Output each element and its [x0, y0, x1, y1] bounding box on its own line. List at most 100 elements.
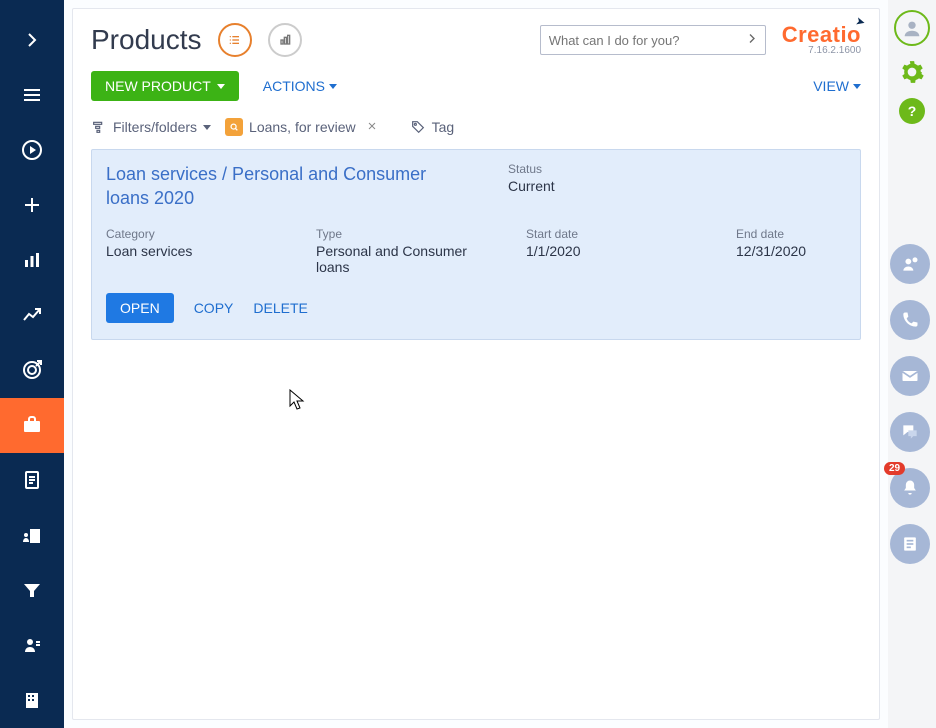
- settings-button[interactable]: [896, 56, 928, 88]
- user-icon: [20, 633, 44, 657]
- caret-down-icon: [329, 84, 337, 89]
- delete-label: DELETE: [253, 300, 307, 316]
- type-label: Type: [316, 227, 506, 241]
- menu-icon: [20, 83, 44, 107]
- nav-charts[interactable]: [0, 232, 64, 287]
- nav-dept[interactable]: [0, 673, 64, 728]
- fields-grid: Category Loan services Type Personal and…: [106, 227, 846, 275]
- bar-chart-icon: [20, 248, 44, 272]
- feed-icon: [900, 534, 920, 554]
- global-search: [540, 25, 766, 55]
- play-circle-icon: [20, 138, 44, 162]
- list-icon: [227, 32, 243, 48]
- page-title: Products: [91, 24, 202, 56]
- briefcase-icon: [20, 413, 44, 437]
- brand-logo: Creatio ➤: [782, 24, 861, 46]
- mail-fab[interactable]: [890, 356, 930, 396]
- new-product-button[interactable]: NEW PRODUCT: [91, 71, 239, 101]
- caret-down-icon: [203, 125, 211, 130]
- phone-icon: [900, 310, 920, 330]
- building-icon: [20, 688, 44, 712]
- phone-fab[interactable]: [890, 300, 930, 340]
- active-folder-label: Loans, for review: [249, 119, 356, 135]
- avatar-icon: [901, 17, 923, 39]
- open-label: OPEN: [120, 300, 160, 316]
- search-input[interactable]: [540, 25, 766, 55]
- nav-analytics[interactable]: [0, 287, 64, 342]
- folder-icon: [225, 118, 243, 136]
- brand-name: Creatio: [782, 22, 861, 47]
- nav-user[interactable]: [0, 618, 64, 673]
- nav-expand[interactable]: [0, 12, 64, 67]
- profile-avatar[interactable]: [894, 10, 930, 46]
- status-value: Current: [508, 178, 628, 194]
- mail-icon: [900, 366, 920, 386]
- filters-folders-button[interactable]: Filters/folders: [91, 119, 211, 135]
- nav-org[interactable]: [0, 508, 64, 563]
- analytics-view-toggle[interactable]: [268, 23, 302, 57]
- header: Products Creatio ➤: [91, 23, 861, 57]
- list-view-toggle[interactable]: [218, 23, 252, 57]
- nav-add[interactable]: [0, 177, 64, 232]
- contact-fab[interactable]: [890, 244, 930, 284]
- status-field: Status Current: [508, 162, 628, 211]
- copy-button[interactable]: COPY: [194, 300, 234, 316]
- cursor-icon: [289, 389, 307, 413]
- nav-documents[interactable]: [0, 453, 64, 508]
- nav-menu[interactable]: [0, 67, 64, 122]
- target-icon: [20, 358, 44, 382]
- person-chat-icon: [900, 254, 920, 274]
- type-field: Type Personal and Consumer loans: [316, 227, 506, 275]
- caret-down-icon: [853, 84, 861, 89]
- org-icon: [20, 523, 44, 547]
- nav-products-section[interactable]: [0, 398, 64, 453]
- chevron-right-icon[interactable]: [744, 31, 760, 50]
- card-actions: OPEN COPY DELETE: [106, 293, 846, 323]
- tag-filter-button[interactable]: Tag: [410, 119, 455, 135]
- chevron-right-icon: [20, 28, 44, 52]
- clear-folder-button[interactable]: [362, 117, 382, 137]
- nav-target[interactable]: [0, 342, 64, 397]
- close-icon: [366, 120, 378, 132]
- cti-panel: 29: [890, 244, 930, 564]
- category-field: Category Loan services: [106, 227, 296, 275]
- category-label: Category: [106, 227, 296, 241]
- feed-fab[interactable]: [890, 524, 930, 564]
- actions-label: ACTIONS: [263, 78, 325, 94]
- view-label: VIEW: [813, 78, 849, 94]
- chat-icon: [900, 422, 920, 442]
- end-date-field: End date 12/31/2020: [736, 227, 888, 275]
- open-button[interactable]: OPEN: [106, 293, 174, 323]
- delete-button[interactable]: DELETE: [253, 300, 307, 316]
- view-dropdown[interactable]: VIEW: [813, 78, 861, 94]
- bell-icon: [900, 478, 920, 498]
- chat-fab[interactable]: [890, 412, 930, 452]
- start-date-label: Start date: [526, 227, 716, 241]
- new-product-label: NEW PRODUCT: [105, 78, 211, 94]
- panel: Products Creatio ➤: [72, 8, 880, 720]
- nav-funnel[interactable]: [0, 563, 64, 618]
- status-label: Status: [508, 162, 628, 176]
- type-value: Personal and Consumer loans: [316, 243, 496, 275]
- nav-run[interactable]: [0, 122, 64, 177]
- brand-version: 7.16.2.1600: [808, 46, 861, 56]
- tag-icon: [410, 119, 426, 135]
- notifications-fab[interactable]: 29: [890, 468, 930, 508]
- record-card[interactable]: Loan services / Personal and Consumer lo…: [91, 149, 861, 340]
- document-icon: [20, 468, 44, 492]
- question-icon: ?: [908, 103, 917, 119]
- actions-dropdown[interactable]: ACTIONS: [263, 78, 337, 94]
- trend-icon: [20, 303, 44, 327]
- active-folder-chip[interactable]: Loans, for review: [225, 117, 382, 137]
- help-button[interactable]: ?: [899, 98, 925, 124]
- left-nav: [0, 0, 64, 728]
- filters-folders-label: Filters/folders: [113, 119, 197, 135]
- bars-icon: [277, 32, 293, 48]
- record-title[interactable]: Loan services / Personal and Consumer lo…: [106, 162, 446, 211]
- card-top: Loan services / Personal and Consumer lo…: [106, 162, 846, 211]
- app-root: Products Creatio ➤: [0, 0, 936, 728]
- brand: Creatio ➤ 7.16.2.1600: [782, 24, 861, 56]
- start-date-field: Start date 1/1/2020: [526, 227, 716, 275]
- category-value: Loan services: [106, 243, 286, 259]
- plus-icon: [20, 193, 44, 217]
